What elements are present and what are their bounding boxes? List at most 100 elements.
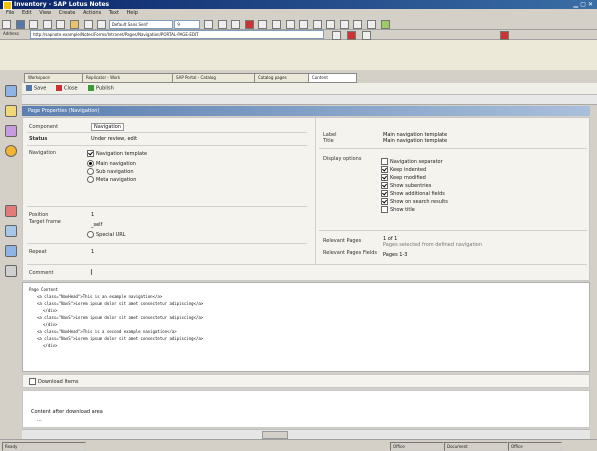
opt-show-additional[interactable]: Show additional fields [381, 190, 445, 197]
outdent-icon[interactable] [339, 20, 349, 29]
refresh-icon[interactable] [362, 31, 371, 40]
close-icon [56, 85, 62, 91]
status-label: Status [29, 136, 48, 142]
page-properties-form: Component Navigation Status Under review… [22, 117, 590, 281]
contacts-icon[interactable] [5, 145, 17, 157]
edit-icon[interactable] [500, 31, 509, 40]
align-center-icon[interactable] [271, 20, 281, 29]
title-bar: Inventory - SAP Lotus Notes ▁ ▢ ✕ [0, 0, 597, 10]
stop-icon[interactable] [347, 31, 356, 40]
main-nav-option[interactable]: Main navigation [87, 160, 136, 167]
calendar-icon[interactable] [5, 125, 17, 137]
home-icon[interactable] [5, 85, 17, 97]
menu-text[interactable]: Text [109, 10, 119, 16]
undo-icon[interactable] [83, 20, 93, 29]
opt-show-subentries[interactable]: Show subentries [381, 182, 431, 189]
opt-show-title[interactable]: Show title [381, 206, 415, 213]
link-icon[interactable] [367, 20, 377, 29]
opt-keep-modified[interactable]: Keep modified [381, 174, 426, 181]
italic-icon[interactable] [217, 20, 227, 29]
bold-icon[interactable] [203, 20, 213, 29]
opt-keep-indented[interactable]: Keep indented [381, 166, 426, 173]
download-toggle[interactable]: Download Items [29, 378, 78, 385]
numbering-icon[interactable] [312, 20, 322, 29]
horizontal-scrollbar[interactable] [22, 429, 590, 439]
tab-workspace[interactable]: Workspace [24, 73, 85, 83]
database-icon[interactable] [5, 225, 17, 237]
bullets-icon[interactable] [299, 20, 309, 29]
align-right-icon[interactable] [285, 20, 295, 29]
paste-icon[interactable] [69, 20, 79, 29]
cut-icon[interactable] [42, 20, 52, 29]
opt-show-search[interactable]: Show on search results [381, 198, 448, 205]
comment-label: Comment [29, 270, 54, 276]
relevant-fields-value[interactable]: Pages 1-3 [383, 252, 407, 258]
status-value: Under review, edit [91, 136, 138, 142]
code-line: <a class="NavS">Lorem ipsum dolor sit am… [37, 315, 204, 320]
code-line: </div> [43, 343, 58, 348]
indent-icon[interactable] [326, 20, 336, 29]
scroll-thumb[interactable] [262, 431, 288, 439]
code-line: <a class="NavS">Lorem ipsum dolor sit am… [37, 336, 204, 341]
mail-icon[interactable] [5, 105, 17, 117]
menu-file[interactable]: File [6, 10, 14, 16]
address-bar: Address http://sapnote.example/Notes/For… [0, 29, 597, 40]
tab-portal-catalog[interactable]: SAP Portal - Catalog [172, 73, 257, 83]
window-title: Inventory - SAP Lotus Notes [14, 1, 110, 8]
copy-icon[interactable] [56, 20, 66, 29]
action-bar: Save Close Publish [22, 83, 597, 95]
code-line: <a class="NavHead">This is a second exam… [37, 329, 177, 334]
comment-input[interactable] [91, 269, 94, 275]
todo-icon[interactable] [5, 205, 17, 217]
folder-icon[interactable] [5, 265, 17, 277]
meta-nav-option[interactable]: Meta navigation [87, 176, 136, 183]
save-icon[interactable] [15, 20, 25, 29]
find-icon[interactable] [97, 20, 107, 29]
sub-nav-option[interactable]: Sub navigation [87, 168, 134, 175]
color-icon[interactable] [244, 20, 254, 29]
menu-edit[interactable]: Edit [22, 10, 32, 16]
repeat-value[interactable]: 1 [91, 249, 94, 255]
menu-actions[interactable]: Actions [83, 10, 101, 16]
font-select[interactable]: Default Sans Serif [108, 20, 173, 29]
special-url-option[interactable]: Special URL [87, 231, 126, 238]
menu-bar: File Edit View Create Actions Text Help [0, 9, 597, 18]
tab-content[interactable]: Content [308, 73, 357, 83]
component-select[interactable]: Navigation [91, 123, 124, 131]
align-left-icon[interactable] [258, 20, 268, 29]
code-line: <a class="NavHead">This is an example na… [37, 294, 163, 299]
nav-template-option[interactable]: Navigation template [87, 150, 147, 157]
title-label: Title [323, 138, 334, 144]
position-value[interactable]: 1 [91, 212, 94, 218]
publish-icon [88, 85, 94, 91]
target-value[interactable]: _self [91, 222, 102, 228]
save-action[interactable]: Save [26, 85, 46, 93]
repeat-label: Repeat [29, 249, 47, 255]
publish-action[interactable]: Publish [88, 85, 114, 93]
print-icon[interactable] [29, 20, 39, 29]
target-label: Target frame [29, 219, 61, 225]
new-icon[interactable] [2, 20, 11, 29]
replicator-icon[interactable] [5, 245, 17, 257]
title-value[interactable]: Main navigation template [383, 138, 447, 144]
table-icon[interactable] [353, 20, 363, 29]
menu-view[interactable]: View [39, 10, 51, 16]
bookmark-area [0, 40, 597, 70]
section-header: Page Properties (Navigation) [22, 106, 590, 116]
menu-help[interactable]: Help [127, 10, 138, 16]
tab-catalog-pages[interactable]: Catalog pages [254, 73, 311, 83]
window-controls[interactable]: ▁ ▢ ✕ [574, 1, 594, 8]
bottom-content[interactable]: Content after download area ... [22, 390, 590, 428]
image-icon[interactable] [380, 20, 390, 29]
underline-icon[interactable] [231, 20, 241, 29]
opt-nav-separator[interactable]: Navigation separator [381, 158, 443, 165]
page-content-editor[interactable]: Page Content <a class="NavHead">This is … [22, 282, 590, 372]
address-input[interactable]: http://sapnote.example/Notes/Forms/Intra… [30, 30, 324, 39]
bookmark-rail [0, 60, 20, 295]
close-action[interactable]: Close [56, 85, 78, 93]
bottom-text: Content after download area [31, 409, 103, 415]
menu-create[interactable]: Create [59, 10, 76, 16]
go-icon[interactable] [332, 31, 341, 40]
size-select[interactable]: 9 [174, 20, 201, 29]
tab-replicator[interactable]: Replicator - Work [82, 73, 175, 83]
